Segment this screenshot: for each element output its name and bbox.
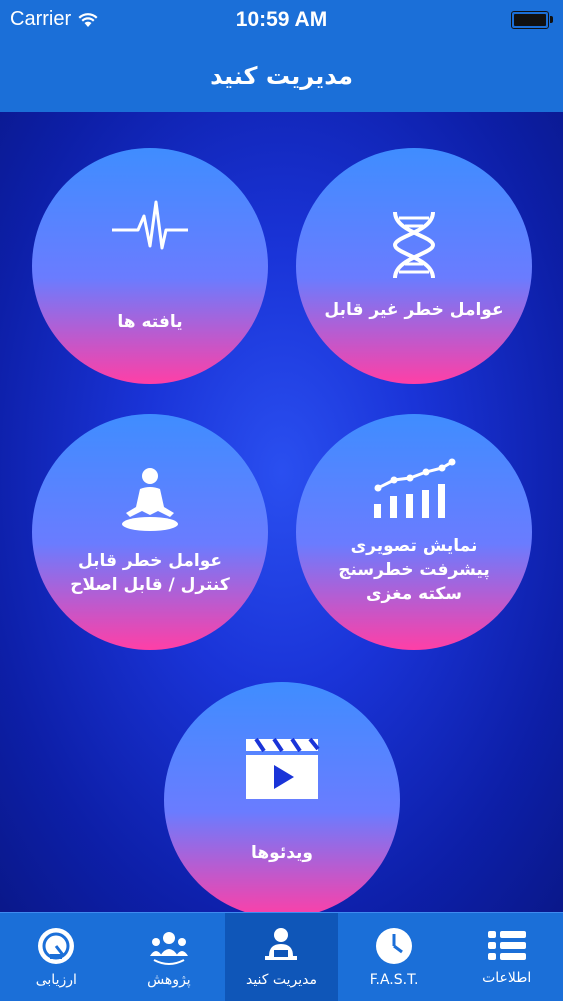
clock-icon [376,928,413,964]
circle-label-non-modifiable-risk: عوامل خطر غیر قابل [324,300,504,320]
tab-label-fast: F.A.S.T. [369,972,419,988]
heartbeat-icon [112,200,188,250]
menu-circle-videos[interactable]: ویدئوها [164,682,400,912]
tab-assessment[interactable]: ارزیابی [0,913,113,1001]
battery-icon [511,11,553,29]
nav-bar: مدیریت کنید [0,40,563,112]
circle-label-videos: ویدئوها [251,843,313,863]
gauge-icon [38,928,75,964]
tab-information[interactable]: اطلاعات [450,913,563,1001]
meditation-icon [122,468,178,531]
video-clapper-icon [246,737,320,799]
status-bar: Carrier 10:59 AM [0,0,563,40]
battery-fill [514,14,546,26]
tab-bar: ارزیابی پژوهش مدیریت کنید F.A.S.T. اطلاع… [0,912,563,1001]
menu-circle-non-modifiable-risk[interactable]: عوامل خطر غیر قابل [296,148,532,384]
circle-label-visual-risk-meter: نمایش تصویری پیشرفت خطرسنج سکته مغزی [338,536,490,604]
list-icon [487,931,526,960]
menu-circle-findings[interactable]: یافته ها [32,148,268,384]
menu-circle-modifiable-risk[interactable]: عوامل خطر قابل کنترل / قابل اصلاح [32,414,268,650]
dna-icon [392,211,436,279]
manager-icon [265,928,298,960]
main-content: عوامل خطر غیر قابل یافته ها نمایش تصویری… [0,112,563,912]
circle-label-modifiable-risk: عوامل خطر قابل کنترل / قابل اصلاح [70,551,230,595]
tab-research[interactable]: پژوهش [113,913,226,1001]
bar-chart-icon [374,458,456,518]
tab-manage[interactable]: مدیریت کنید [225,913,338,1001]
tab-label-manage: مدیریت کنید [245,972,317,988]
tab-label-information: اطلاعات [482,970,532,986]
circle-label-findings: یافته ها [117,312,183,332]
menu-circle-visual-risk-meter[interactable]: نمایش تصویری پیشرفت خطرسنج سکته مغزی [296,414,532,650]
people-icon [149,932,188,965]
tab-fast[interactable]: F.A.S.T. [338,913,451,1001]
page-title: مدیریت کنید [210,62,353,90]
tab-label-research: پژوهش [147,972,191,988]
status-time: 10:59 AM [235,8,328,31]
tab-label-assessment: ارزیابی [35,972,77,988]
